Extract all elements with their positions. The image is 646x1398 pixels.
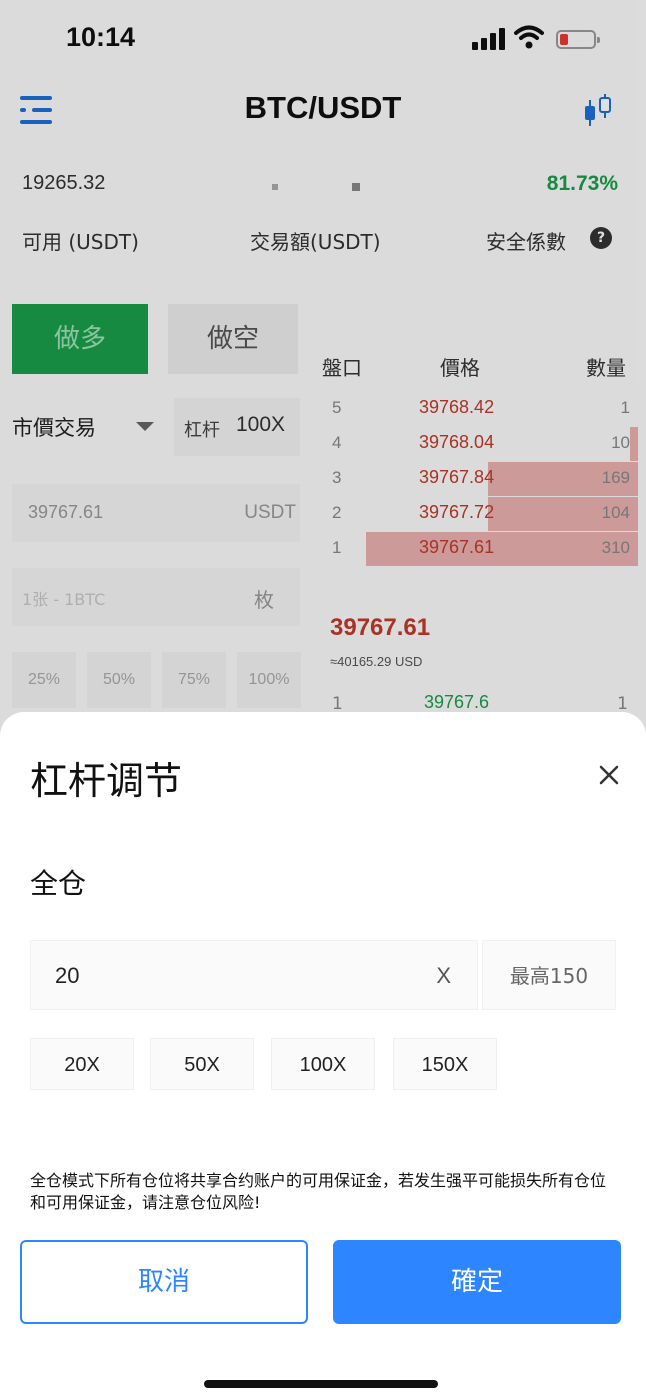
risk-warning: 全仓模式下所有仓位将共享合约账户的可用保证金，若发生强平可能损失所有仓位和可用保…: [30, 1171, 607, 1212]
cancel-button[interactable]: 取消: [20, 1240, 308, 1324]
leverage-input-suffix: X: [436, 963, 451, 988]
trading-screen: 10:14 BTC/USDT 19265.32 81.73% 可用 (USDT)…: [0, 0, 646, 1398]
sheet-title: 杠杆调节: [30, 759, 183, 803]
preset-50x-button[interactable]: 50X: [150, 1038, 254, 1090]
margin-mode-label: 全仓: [30, 867, 87, 900]
preset-100x-button[interactable]: 100X: [271, 1038, 375, 1090]
leverage-sheet: 杠杆调节 全仓 20 X 最高150 20X 50X 100X 150X 全仓模…: [0, 712, 646, 1398]
preset-20x-button[interactable]: 20X: [30, 1038, 134, 1090]
max-leverage-label: 最高150: [482, 940, 616, 1010]
home-indicator: [204, 1380, 438, 1388]
confirm-button[interactable]: 確定: [333, 1240, 621, 1324]
leverage-input-value: 20: [55, 963, 80, 988]
preset-150x-button[interactable]: 150X: [393, 1038, 497, 1090]
close-icon[interactable]: [596, 762, 622, 788]
leverage-input[interactable]: 20 X: [30, 940, 478, 1010]
